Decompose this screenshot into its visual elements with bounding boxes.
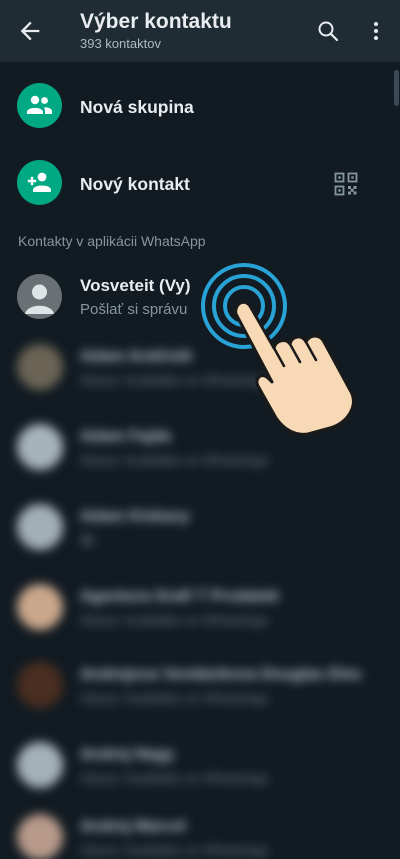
header-titles: Výber kontaktu 393 kontaktov [80, 9, 232, 52]
avatar [17, 742, 63, 788]
contact-status: About: Available on WhatsApp [80, 690, 269, 706]
avatar [17, 344, 63, 390]
contact-status: About: Available on WhatsApp [80, 842, 269, 858]
new-group-label: Nová skupina [80, 97, 194, 117]
contact-status: About: Available on WhatsApp [80, 770, 269, 786]
arrow-left-icon[interactable] [16, 17, 44, 45]
list-item[interactable]: Adam Kiskavy 😀 [0, 490, 400, 570]
contact-name: Adam Kiskavy [80, 508, 190, 525]
new-contact-label: Nový kontakt [80, 174, 190, 194]
avatar [17, 274, 62, 319]
default-person-icon [25, 284, 54, 314]
avatar [17, 424, 63, 470]
search-icon[interactable] [316, 19, 340, 43]
contact-name: Agentura Grafi T Prodatek [80, 588, 280, 605]
list-item[interactable]: Agentura Grafi T Prodatek About: Availab… [0, 570, 400, 650]
add-person-icon [27, 172, 51, 192]
contact-name: Andrejova Vondankova Douglas Eles [80, 666, 362, 683]
avatar [17, 584, 63, 630]
group-avatar [17, 83, 62, 128]
contact-count: 393 kontaktov [80, 36, 161, 51]
tap-hand-icon [201, 263, 355, 436]
contact-name: Andrej Marcel [80, 818, 186, 835]
scrollbar[interactable] [394, 70, 399, 106]
contact-avatar [17, 160, 62, 205]
section-header: Kontakty v aplikácii WhatsApp [18, 233, 206, 249]
avatar [17, 662, 63, 708]
contact-name: Andrej Nagy [80, 746, 175, 763]
group-icon [27, 95, 52, 114]
contact-status: 😀 [80, 532, 95, 548]
page-title: Výber kontaktu [80, 10, 232, 33]
new-group-row[interactable]: Nová skupina [0, 70, 392, 142]
avatar [17, 504, 63, 550]
qr-code-icon[interactable] [334, 172, 358, 196]
contact-status: About: Available on WhatsApp [80, 452, 269, 468]
list-item[interactable]: Andrej Nagy About: Available on WhatsApp [0, 728, 400, 808]
list-item[interactable]: Andrej Marcel About: Available on WhatsA… [0, 800, 400, 859]
contact-status: About: Available on WhatsApp [80, 612, 269, 628]
contact-name: Adam Andrisik [80, 348, 193, 365]
contact-name: Adam Fajda [80, 428, 171, 445]
more-vertical-icon[interactable] [364, 19, 388, 43]
contact-name: Vosveteit (Vy) [80, 276, 191, 295]
app-bar: Výber kontaktu 393 kontaktov [0, 0, 400, 62]
contact-status: Pošlať si správu [80, 301, 188, 318]
avatar [17, 814, 63, 859]
new-contact-row[interactable]: Nový kontakt [0, 147, 392, 219]
list-item[interactable]: Andrejova Vondankova Douglas Eles About:… [0, 648, 400, 728]
